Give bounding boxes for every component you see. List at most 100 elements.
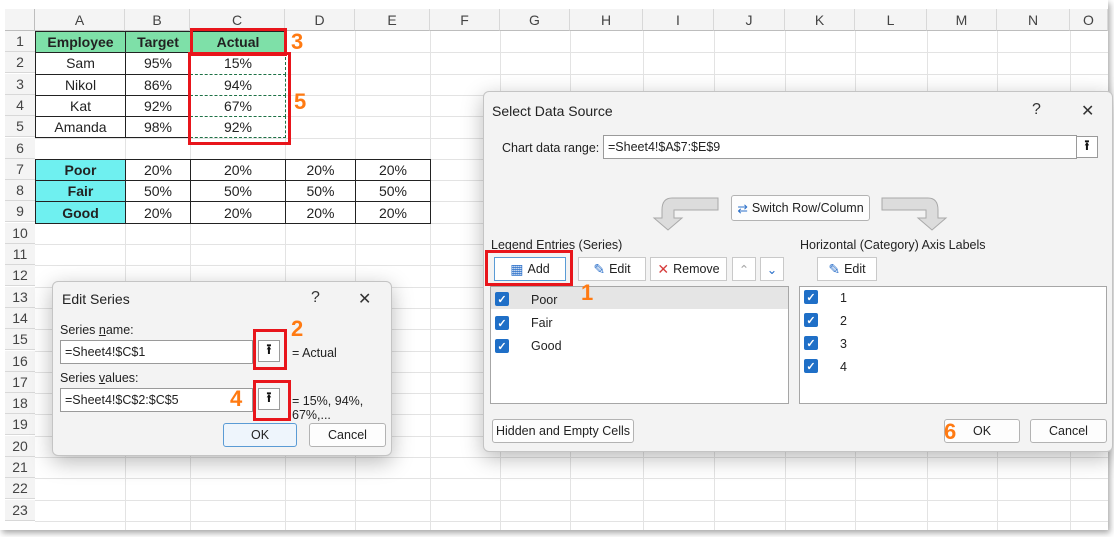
- list-item[interactable]: 3: [840, 337, 847, 351]
- edit-series-button[interactable]: ✎ Edit: [578, 257, 646, 281]
- row-header-4[interactable]: 4: [5, 94, 35, 116]
- hidden-empty-cells-button[interactable]: Hidden and Empty Cells: [492, 419, 634, 443]
- row-header-6[interactable]: 6: [5, 137, 35, 159]
- series-name-input[interactable]: =Sheet4!$C$1: [60, 340, 253, 364]
- row-header-14[interactable]: 14: [5, 307, 35, 329]
- column-header-a[interactable]: A: [35, 9, 125, 31]
- switch-row-column-button[interactable]: ⇄ Switch Row/Column: [731, 195, 870, 221]
- row-header-1[interactable]: 1: [5, 31, 35, 52]
- cell[interactable]: 50%: [285, 180, 356, 203]
- column-header-c[interactable]: C: [190, 9, 285, 31]
- close-icon[interactable]: ✕: [358, 289, 371, 309]
- row-header-16[interactable]: 16: [5, 350, 35, 372]
- series-checkbox-fair[interactable]: ✓: [495, 316, 509, 330]
- series-checkbox-poor[interactable]: ✓: [495, 292, 509, 306]
- add-series-button[interactable]: ▦ Add: [494, 257, 566, 281]
- row-header-3[interactable]: 3: [5, 73, 35, 95]
- cell[interactable]: Target: [125, 31, 191, 54]
- column-header-d[interactable]: D: [285, 9, 355, 31]
- cell[interactable]: 20%: [355, 201, 431, 224]
- help-icon[interactable]: ?: [1032, 101, 1041, 119]
- cell[interactable]: 20%: [285, 158, 356, 182]
- cell[interactable]: 92%: [190, 116, 286, 139]
- cell[interactable]: 20%: [125, 201, 191, 224]
- cell[interactable]: 67%: [190, 94, 286, 118]
- row-header-11[interactable]: 11: [5, 244, 35, 265]
- cell[interactable]: Nikol: [35, 73, 126, 96]
- row-header-5[interactable]: 5: [5, 116, 35, 138]
- list-item[interactable]: 4: [840, 360, 847, 374]
- cancel-button[interactable]: Cancel: [1030, 419, 1107, 443]
- collapse-dialog-button[interactable]: ⭱: [258, 340, 280, 362]
- close-icon[interactable]: ✕: [1081, 101, 1094, 121]
- cell[interactable]: Sam: [35, 52, 126, 75]
- column-header-e[interactable]: E: [355, 9, 430, 31]
- list-item[interactable]: Fair: [531, 316, 553, 330]
- cell[interactable]: 92%: [125, 94, 191, 118]
- row-header-18[interactable]: 18: [5, 393, 35, 415]
- list-item[interactable]: 2: [840, 314, 847, 328]
- cell[interactable]: 15%: [190, 52, 286, 75]
- cell[interactable]: Good: [35, 201, 126, 224]
- list-item[interactable]: Poor: [531, 293, 557, 307]
- category-checkbox[interactable]: ✓: [804, 290, 818, 304]
- category-checkbox[interactable]: ✓: [804, 359, 818, 373]
- cancel-button[interactable]: Cancel: [309, 423, 386, 447]
- series-checkbox-good[interactable]: ✓: [495, 339, 509, 353]
- cell[interactable]: Actual: [190, 31, 286, 54]
- move-down-button[interactable]: ⌄: [760, 257, 784, 281]
- cell[interactable]: Employee: [35, 31, 126, 54]
- cell[interactable]: 86%: [125, 73, 191, 96]
- cell[interactable]: Kat: [35, 94, 126, 118]
- help-icon[interactable]: ?: [311, 289, 320, 307]
- column-header-l[interactable]: L: [855, 9, 927, 31]
- remove-series-button[interactable]: ✕ Remove: [650, 257, 727, 281]
- cell[interactable]: Amanda: [35, 116, 126, 139]
- chart-data-range-input[interactable]: =Sheet4!$A$7:$E$9: [603, 135, 1077, 159]
- move-up-button[interactable]: ⌃: [732, 257, 756, 281]
- ok-button[interactable]: OK: [223, 423, 297, 447]
- row-header-9[interactable]: 9: [5, 201, 35, 223]
- row-header-22[interactable]: 22: [5, 478, 35, 500]
- list-item[interactable]: 1: [840, 291, 847, 305]
- cell[interactable]: 20%: [190, 201, 286, 224]
- cell[interactable]: 50%: [355, 180, 431, 203]
- row-header-8[interactable]: 8: [5, 180, 35, 202]
- category-checkbox[interactable]: ✓: [804, 313, 818, 327]
- list-item[interactable]: Good: [531, 339, 562, 353]
- column-header-o[interactable]: O: [1070, 9, 1108, 31]
- column-header-g[interactable]: G: [500, 9, 570, 31]
- category-checkbox[interactable]: ✓: [804, 336, 818, 350]
- cell[interactable]: 20%: [285, 201, 356, 224]
- column-header-n[interactable]: N: [997, 9, 1070, 31]
- cell[interactable]: Poor: [35, 158, 126, 182]
- row-header-13[interactable]: 13: [5, 286, 35, 308]
- select-all-corner[interactable]: [5, 9, 35, 31]
- row-header-23[interactable]: 23: [5, 499, 35, 521]
- cell[interactable]: 20%: [355, 158, 431, 182]
- row-header-15[interactable]: 15: [5, 329, 35, 351]
- cell[interactable]: 98%: [125, 116, 191, 139]
- collapse-dialog-button[interactable]: ⭱: [1076, 136, 1098, 158]
- cell[interactable]: 20%: [190, 158, 286, 182]
- cell[interactable]: 20%: [125, 158, 191, 182]
- row-header-2[interactable]: 2: [5, 52, 35, 74]
- cell[interactable]: Fair: [35, 180, 126, 203]
- cell[interactable]: 95%: [125, 52, 191, 75]
- column-header-f[interactable]: F: [430, 9, 500, 31]
- edit-axis-labels-button[interactable]: ✎ Edit: [817, 257, 877, 281]
- row-header-21[interactable]: 21: [5, 457, 35, 478]
- column-header-i[interactable]: I: [643, 9, 714, 31]
- column-header-k[interactable]: K: [785, 9, 855, 31]
- cell[interactable]: 94%: [190, 73, 286, 96]
- row-header-20[interactable]: 20: [5, 435, 35, 457]
- row-header-7[interactable]: 7: [5, 158, 35, 180]
- column-header-m[interactable]: M: [927, 9, 997, 31]
- collapse-dialog-button[interactable]: ⭱: [258, 388, 280, 410]
- row-header-17[interactable]: 17: [5, 371, 35, 393]
- row-header-10[interactable]: 10: [5, 222, 35, 244]
- series-values-input[interactable]: =Sheet4!$C$2:$C$5: [60, 388, 253, 412]
- row-header-12[interactable]: 12: [5, 265, 35, 287]
- row-header-19[interactable]: 19: [5, 414, 35, 436]
- column-header-h[interactable]: H: [570, 9, 643, 31]
